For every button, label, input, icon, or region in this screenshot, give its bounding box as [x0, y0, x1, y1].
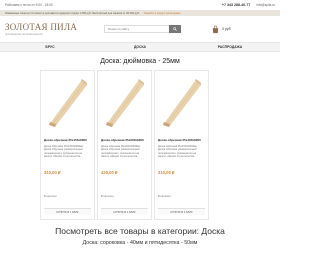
product-image[interactable]	[101, 74, 148, 129]
stock-status: В наличии	[44, 194, 57, 198]
stock-status: В наличии	[101, 194, 114, 198]
search-icon	[173, 27, 177, 31]
buy-one-click-button[interactable]: КУПИТЬ В 1 КЛИК	[158, 208, 205, 215]
product-image[interactable]	[44, 74, 91, 129]
notice-text: Уважаемые клиенты! Стоимость доставки в …	[5, 11, 140, 15]
nav-item-doska[interactable]: ДОСКА	[95, 45, 185, 49]
buy-one-click-button[interactable]: КУПИТЬ В 1 КЛИК	[44, 208, 91, 215]
shopping-bag-icon	[212, 25, 219, 33]
logo[interactable]: ЗОЛОТАЯ ПИЛА производство пиломатериалов	[5, 21, 78, 36]
product-description: Доска обрезная 25х100х6000мм. Доска обре…	[158, 144, 198, 159]
product-price: 310,00 ₽	[44, 169, 61, 175]
category-title: Доска: дюймовка - 25мм	[100, 58, 180, 65]
board-image	[162, 78, 201, 127]
product-name[interactable]: Доска обрезная 25х100х6000	[158, 138, 205, 143]
phone-link[interactable]: +7 343 288-40-77	[222, 3, 250, 7]
logo-subtitle: производство пиломатериалов	[5, 32, 43, 36]
main-nav: БРУС ДОСКА РАСПРОДАЖА	[0, 42, 280, 52]
view-all-link[interactable]: Посмотреть все товары в категории: Доска	[0, 226, 280, 236]
buy-one-click-button[interactable]: КУПИТЬ В 1 КЛИК	[101, 208, 148, 215]
board-image	[105, 78, 144, 127]
product-card[interactable]: Доска обрезная 25х100х6000 Доска обрезна…	[154, 70, 209, 220]
logo-title: ЗОЛОТАЯ ПИЛА	[5, 21, 78, 32]
product-name[interactable]: Доска обрезная 25х150х6000	[44, 138, 91, 143]
nav-item-brus[interactable]: БРУС	[5, 45, 95, 49]
board-image	[48, 78, 87, 127]
work-schedule: Работаем с пн по пт 9:00 - 18:00	[5, 3, 53, 7]
site-header: ЗОЛОТАЯ ПИЛА производство пиломатериалов…	[0, 16, 280, 42]
stock-status: В наличии	[158, 194, 171, 198]
product-name[interactable]: Доска обрезная 25х200х6000	[101, 138, 148, 143]
email-link[interactable]: info@zpila.ru	[256, 3, 275, 7]
product-grid: Доска обрезная 25х150х6000 Доска обрезна…	[0, 70, 280, 220]
product-image[interactable]	[158, 74, 205, 129]
search-input[interactable]	[104, 25, 170, 33]
top-bar: Работаем с пн по пт 9:00 - 18:00 +7 343 …	[0, 0, 280, 10]
cart-button[interactable]: 0 руб	[211, 25, 231, 34]
nav-item-sale[interactable]: РАСПРОДАЖА	[185, 45, 275, 49]
product-description: Доска обрезная 25х150х6000мм. Доска обре…	[44, 144, 84, 159]
product-card[interactable]: Доска обрезная 25х150х6000 Доска обрезна…	[40, 70, 95, 220]
product-card[interactable]: Доска обрезная 25х200х6000 Доска обрезна…	[97, 70, 152, 220]
next-category-title: Доска: сороковка - 40мм и пятидесятка - …	[82, 240, 198, 246]
product-price: 210,00 ₽	[158, 169, 175, 175]
sale-link[interactable]: Перейти в раздел распродажи	[144, 12, 181, 15]
search-button[interactable]	[169, 25, 182, 33]
product-price: 420,00 ₽	[101, 169, 118, 175]
cart-total: 0 руб	[222, 27, 231, 31]
product-description: Доска обрезная 25х200х6000мм. Доска обре…	[101, 144, 141, 159]
search-form	[104, 25, 182, 33]
